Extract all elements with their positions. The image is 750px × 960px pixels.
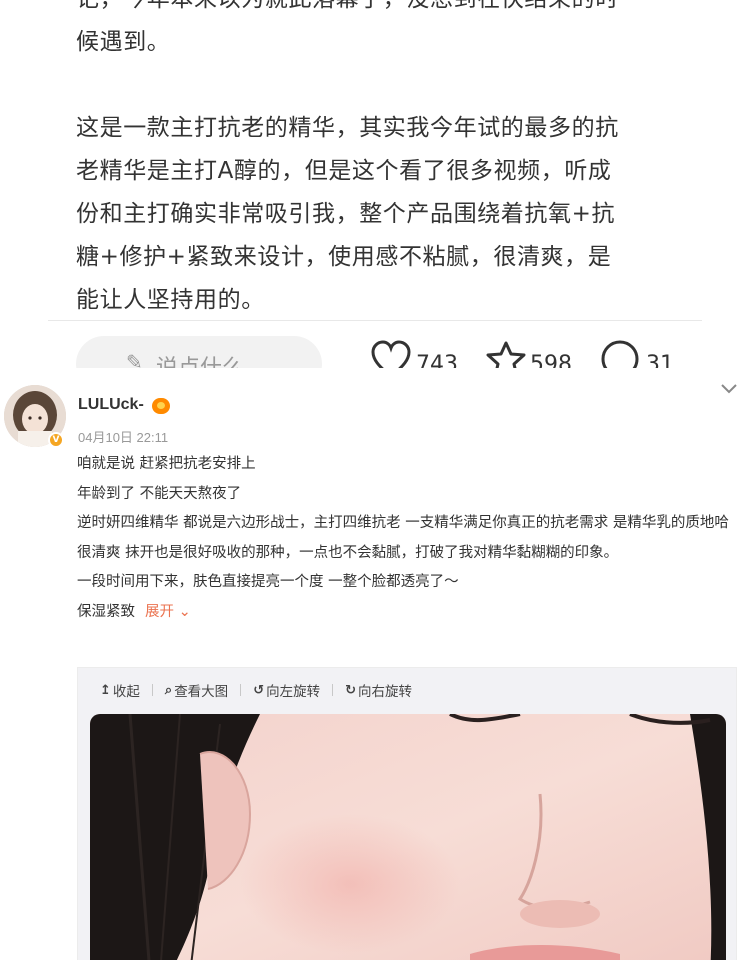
post-detail-section: 记，今年本来以为就此落幕了，没想到在快结束的时 候遇到。 这是一款主打抗老的精华…: [0, 0, 750, 368]
media-container: ↥ 收起 ⌕ 查看大图 ↺ 向左旋转 ↻ 向右旋转: [77, 667, 737, 960]
divider: [151, 684, 153, 696]
collapse-button[interactable]: ↥ 收起: [100, 680, 140, 701]
comment-icon: [601, 340, 639, 368]
post-photo[interactable]: [90, 714, 726, 960]
verified-badge-icon: V: [48, 432, 64, 448]
rotate-left-button[interactable]: ↺ 向左旋转: [253, 680, 321, 701]
username[interactable]: LULUck-: [78, 396, 144, 414]
rotate-right-icon: ↻: [345, 682, 356, 698]
expand-link[interactable]: 展开 ⌄: [145, 604, 191, 620]
tag-row: 保湿紧致 展开 ⌄: [77, 598, 737, 628]
comment-placeholder: 说点什么: [156, 350, 244, 368]
content-line: 一段时间用下来，肤色直接提亮一个度 一整个脸都透亮了～: [77, 574, 459, 591]
chevron-down-icon: ⌄: [174, 603, 191, 620]
rotate-left-label: 向左旋转: [266, 684, 321, 700]
rotate-right-button[interactable]: ↻ 向右旋转: [345, 680, 412, 701]
share-icon: [486, 341, 526, 368]
comment-input[interactable]: ✎ 说点什么: [76, 336, 322, 368]
comment-count: 31: [646, 352, 674, 368]
content-line: 咱就是说 赶紧把抗老安排上: [77, 456, 256, 472]
content-line: 逆时妍四维精华 都说是六边形战士，主打四维抗老 一支精华满足你真正的抗老需求 是…: [77, 515, 729, 561]
heart-icon: [371, 340, 411, 368]
weibo-content: 咱就是说 赶紧把抗老安排上 年龄到了 不能天天熬夜了 逆时妍四维精华 都说是六边…: [77, 450, 737, 628]
content-line: 年龄到了 不能天天熬夜了: [77, 485, 242, 502]
post-body: 记，今年本来以为就此落幕了，没想到在快结束的时 候遇到。 这是一款主打抗老的精华…: [76, 0, 676, 322]
magnifier-icon: ⌕: [164, 682, 173, 698]
chevron-down-icon[interactable]: [718, 380, 740, 398]
rotate-right-label: 向右旋转: [358, 684, 412, 700]
divider: [48, 320, 702, 321]
divider: [240, 684, 242, 696]
media-toolbar: ↥ 收起 ⌕ 查看大图 ↺ 向左旋转 ↻ 向右旋转: [78, 668, 736, 712]
like-count: 743: [416, 352, 458, 368]
share-count: 598: [530, 352, 572, 368]
collapse-icon: ↥: [100, 682, 111, 698]
post-paragraph-1: 记，今年本来以为就此落幕了，没想到在快结束的时 候遇到。: [76, 0, 618, 55]
rotate-left-icon: ↺: [253, 682, 265, 698]
face-photo-image: [90, 714, 726, 960]
view-large-button[interactable]: ⌕ 查看大图: [164, 680, 229, 701]
pencil-icon: ✎: [126, 350, 143, 368]
weibo-post-card: V LULUck- 04月10日 22:11 咱就是说 赶紧把抗老安排上 年龄到…: [0, 368, 750, 960]
view-large-label: 查看大图: [174, 684, 229, 700]
post-timestamp[interactable]: 04月10日 22:11: [78, 427, 168, 446]
collapse-label: 收起: [112, 684, 140, 700]
post-paragraph-2: 这是一款主打抗老的精华，其实我今年试的最多的抗 老精华是主打A醇的，但是这个看了…: [76, 115, 619, 313]
content-tag: 保湿紧致: [77, 603, 135, 620]
divider: [332, 684, 334, 696]
expand-label: 展开: [145, 603, 174, 620]
member-badge-icon: [152, 398, 170, 414]
